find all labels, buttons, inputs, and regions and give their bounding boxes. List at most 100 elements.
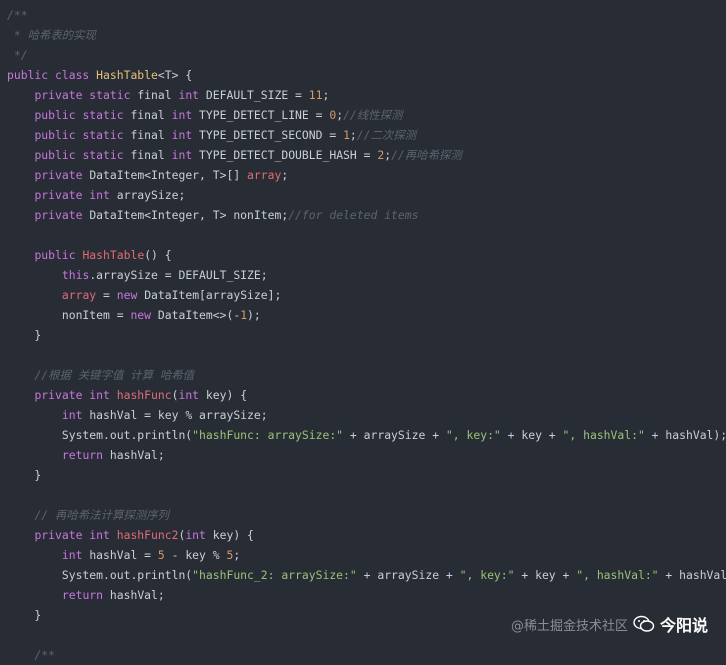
- code-token-plain: DataItem<Integer, T> nonItem;: [89, 208, 289, 222]
- code-line: public static final int TYPE_DETECT_SECO…: [7, 125, 726, 145]
- code-token-keyword: new: [130, 308, 158, 322]
- code-token-plain: () {: [144, 248, 172, 262]
- code-line: }: [7, 325, 726, 345]
- code-token-plain: hashVal;: [109, 588, 165, 602]
- code-token-string: ", key:": [445, 428, 501, 442]
- code-token-plain: TYPE_DETECT_DOUBLE_HASH =: [199, 148, 378, 162]
- code-line: System.out.println("hashFunc_2: arraySiz…: [7, 565, 726, 585]
- code-token-number: 11: [308, 88, 323, 102]
- code-token-comment: */: [7, 48, 28, 62]
- code-token-plain: hashVal =: [89, 548, 158, 562]
- code-token-fn: hashFunc2: [116, 528, 179, 542]
- code-line: this.arraySize = DEFAULT_SIZE;: [7, 265, 726, 285]
- code-token-comment: //二次探测: [356, 128, 417, 142]
- code-line: private int hashFunc2(int key) {: [7, 525, 726, 545]
- code-token-keyword: int: [178, 88, 206, 102]
- code-token-keyword: private: [34, 208, 90, 222]
- code-token-keyword: public static: [34, 148, 131, 162]
- code-line: /**: [7, 5, 726, 25]
- code-token-plain: final: [137, 88, 179, 102]
- code-line: public static final int TYPE_DETECT_LINE…: [7, 105, 726, 125]
- code-token-plain: + key +: [514, 568, 577, 582]
- code-token-keyword: private: [34, 168, 90, 182]
- code-token-plain: System.out.println(: [7, 428, 193, 442]
- code-token-plain: }: [7, 468, 42, 482]
- code-token-keyword: return: [61, 588, 110, 602]
- code-line: int hashVal = 5 - key % 5;: [7, 545, 726, 565]
- code-line: return hashVal;: [7, 585, 726, 605]
- code-token-plain: final: [130, 148, 172, 162]
- code-token-comment: /**: [7, 8, 28, 22]
- code-token-keyword: this: [61, 268, 90, 282]
- code-line: */: [7, 45, 726, 65]
- code-token-keyword: int: [171, 148, 200, 162]
- code-token-keyword: int: [61, 548, 90, 562]
- code-line: private int arraySize;: [7, 185, 726, 205]
- code-line: return hashVal;: [7, 445, 726, 465]
- code-token-keyword: int: [171, 128, 200, 142]
- code-token-field: array: [61, 288, 97, 302]
- code-token-plain: + hashVal);: [665, 568, 726, 582]
- code-token-plain: final: [130, 128, 172, 142]
- code-token-plain: }: [7, 608, 42, 622]
- code-line: public HashTable() {: [7, 245, 726, 265]
- code-token-comment: // 再哈希法计算探测序列: [34, 508, 169, 522]
- code-token-plain: DataItem[arraySize];: [144, 288, 282, 302]
- code-token-keyword: private int: [34, 388, 117, 402]
- code-token-plain: ;: [233, 548, 241, 562]
- code-token-comment: * 哈希表的实现: [7, 28, 96, 42]
- code-token-plain: <T> {: [157, 68, 193, 82]
- code-token-plain: }: [7, 328, 42, 342]
- code-line: private int hashFunc(int key) {: [7, 385, 726, 405]
- code-token-keyword: public static: [34, 108, 131, 122]
- code-token-keyword: public class: [7, 68, 97, 82]
- code-token-number: 1: [343, 128, 350, 142]
- code-token-plain: TYPE_DETECT_SECOND =: [199, 128, 344, 142]
- code-token-plain: - key %: [164, 548, 227, 562]
- code-line: nonItem = new DataItem<>(-1);: [7, 305, 726, 325]
- code-token-keyword: return: [61, 448, 110, 462]
- code-token-plain: );: [247, 308, 261, 322]
- code-line: private static final int DEFAULT_SIZE = …: [7, 85, 726, 105]
- code-token-keyword: int: [178, 388, 206, 402]
- code-line: }: [7, 465, 726, 485]
- code-line: public class HashTable<T> {: [7, 65, 726, 85]
- code-token-plain: ;: [281, 168, 289, 182]
- code-token-number: 5: [157, 548, 165, 562]
- code-token-plain: ;: [322, 88, 330, 102]
- code-token-comment: /**: [7, 648, 56, 662]
- code-token-keyword: public static: [34, 128, 131, 142]
- code-token-comment: //for deleted items: [288, 208, 419, 222]
- code-line: //根据 关键字值 计算 哈希值: [7, 365, 726, 385]
- code-token-keyword: private int: [34, 528, 117, 542]
- code-token-string: ", hashVal:": [576, 568, 659, 582]
- code-token-keyword: int: [171, 108, 200, 122]
- code-token-plain: + arraySize +: [343, 428, 446, 442]
- code-token-fn: hashFunc: [116, 388, 172, 402]
- code-block: /** * 哈希表的实现 */ public class HashTable<T>…: [7, 5, 726, 665]
- code-token-plain: DataItem<Integer, T>[]: [89, 168, 248, 182]
- code-token-plain: hashVal;: [109, 448, 165, 462]
- code-token-plain: arraySize;: [116, 188, 186, 202]
- code-token-comment: //根据 关键字值 计算 哈希值: [34, 368, 195, 382]
- code-token-keyword: private static: [34, 88, 138, 102]
- code-line: /**: [7, 645, 726, 665]
- code-token-keyword: int: [61, 408, 90, 422]
